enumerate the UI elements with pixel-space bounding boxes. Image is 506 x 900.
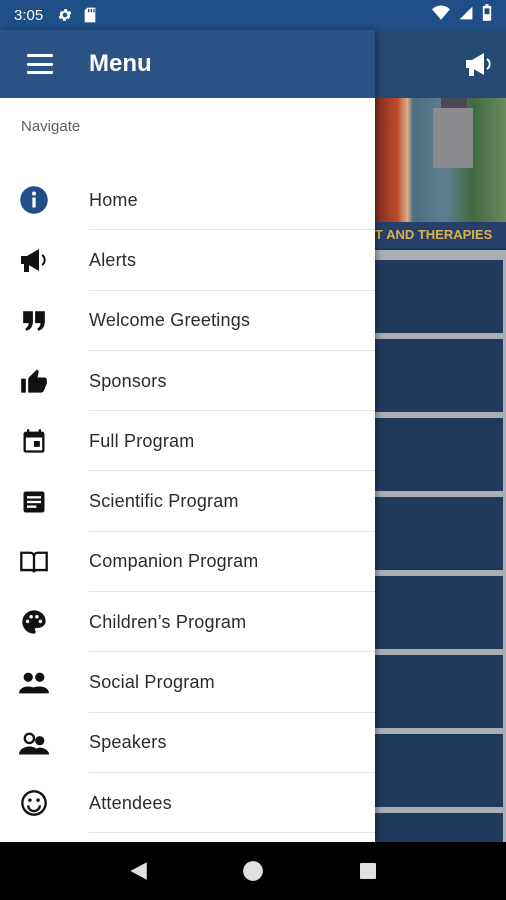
menu-item-label: Sponsors (89, 370, 167, 391)
megaphone-icon[interactable] (464, 50, 494, 83)
menu-item-welcome-greetings[interactable]: Welcome Greetings (0, 291, 375, 352)
menu-item-sponsors[interactable]: Sponsors (0, 351, 375, 412)
megaphone-icon (19, 245, 49, 275)
menu-item-label: Attendees (89, 792, 172, 813)
menu-list: Home Alerts Welcome Greetings Sponsors F (0, 170, 375, 834)
app-tile[interactable] (375, 497, 503, 570)
document-icon (19, 487, 49, 517)
menu-item-label: Welcome Greetings (89, 310, 251, 331)
smiley-icon (19, 788, 49, 818)
menu-item-label: Alerts (89, 249, 137, 270)
sd-card-icon (83, 7, 97, 23)
menu-item-full-program[interactable]: Full Program (0, 411, 375, 472)
app-tile[interactable] (375, 655, 503, 728)
calendar-icon (19, 426, 49, 456)
back-icon[interactable] (118, 851, 158, 891)
system-navigation-bar (0, 842, 506, 900)
menu-item-label: Scientific Program (89, 491, 239, 512)
wifi-icon (432, 5, 450, 26)
menu-item-label: Companion Program (89, 551, 259, 572)
menu-item-label: Speakers (89, 732, 167, 753)
hamburger-menu-icon[interactable] (27, 54, 53, 74)
signal-icon (458, 5, 474, 26)
app-tile[interactable] (375, 418, 503, 491)
menu-item-label: Children’s Program (89, 611, 247, 632)
drawer-title: Menu (89, 50, 152, 77)
menu-item-companion-program[interactable]: Companion Program (0, 532, 375, 593)
app-tile[interactable] (375, 339, 503, 412)
menu-item-home[interactable]: Home (0, 170, 375, 231)
drawer-header: Menu (0, 30, 375, 98)
quote-icon (19, 306, 49, 336)
book-icon (19, 547, 49, 577)
menu-item-label: Home (89, 189, 138, 210)
tile-grid (373, 250, 506, 886)
banner-text: T AND THERAPIES (373, 222, 506, 248)
app-tile[interactable] (375, 734, 503, 807)
palette-icon (19, 607, 49, 637)
menu-item-alerts[interactable]: Alerts (0, 230, 375, 291)
menu-item-label: Social Program (89, 672, 215, 693)
recents-icon[interactable] (348, 851, 388, 891)
menu-item-social-program[interactable]: Social Program (0, 652, 375, 713)
app-tile[interactable] (375, 260, 503, 333)
battery-icon (482, 4, 492, 26)
home-icon[interactable] (233, 851, 273, 891)
status-bar: 3:05 (0, 0, 506, 30)
menu-item-childrens-program[interactable]: Children’s Program (0, 592, 375, 653)
navigation-drawer: Menu Navigate Home Alerts Welcome Greeti… (0, 30, 375, 842)
gear-icon (57, 7, 73, 23)
menu-item-speakers[interactable]: Speakers (0, 713, 375, 774)
info-icon (19, 185, 49, 215)
menu-item-scientific-program[interactable]: Scientific Program (0, 471, 375, 533)
menu-item-label: Full Program (89, 430, 195, 451)
speakers-icon (19, 728, 49, 758)
app-tile[interactable] (375, 576, 503, 649)
people-icon (19, 668, 49, 698)
status-time: 3:05 (14, 6, 44, 24)
thumbs-up-icon (19, 366, 49, 396)
menu-item-attendees[interactable]: Attendees (0, 773, 375, 834)
section-label: Navigate (21, 118, 81, 135)
